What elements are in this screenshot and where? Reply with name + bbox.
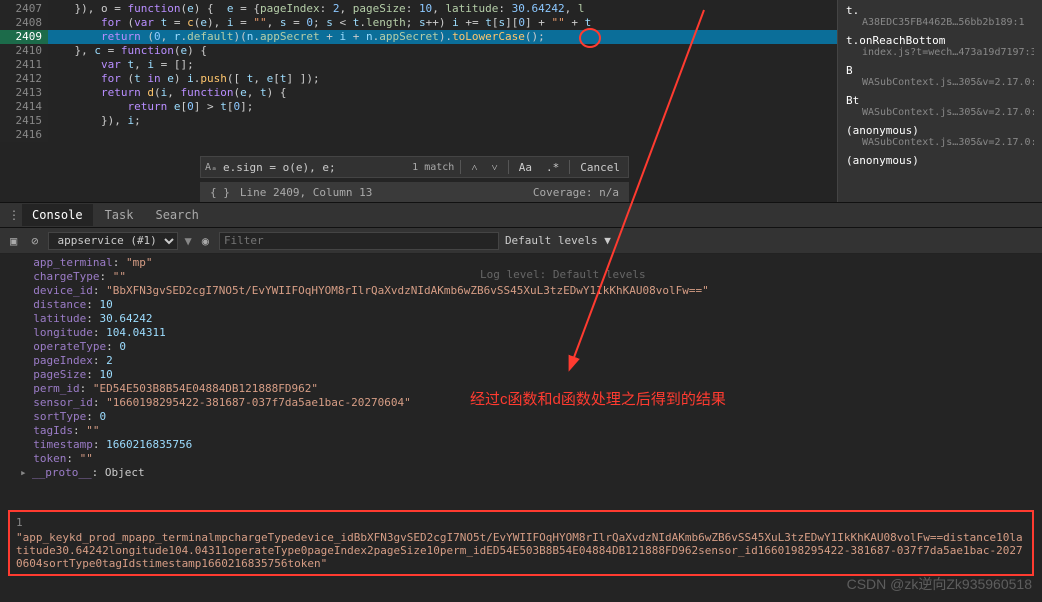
- tab-console[interactable]: Console: [22, 204, 93, 226]
- find-bar: Aₐ 1 match ˄ ˅ Aa .* Cancel: [200, 156, 629, 178]
- console-property[interactable]: distance: 10: [20, 298, 1022, 312]
- console-output[interactable]: Log level: Default levels app_terminal: …: [0, 254, 1042, 504]
- line-number[interactable]: 2413: [0, 86, 48, 100]
- console-property[interactable]: latitude: 30.64242: [20, 312, 1022, 326]
- callstack-frame[interactable]: BtWASubContext.js…305&v=2.17.0:2: [846, 94, 1034, 118]
- editor-statusbar: { } Line 2409, Column 13 Coverage: n/a: [200, 182, 629, 202]
- console-property[interactable]: device_id: "BbXFN3gvSED2cgI7NO5t/EvYWIIF…: [20, 284, 1022, 298]
- code-line[interactable]: var t, i = [];: [48, 58, 837, 72]
- annotation-text: 经过c函数和d函数处理之后得到的结果: [470, 388, 726, 409]
- code-line[interactable]: }, c = function(e) {: [48, 44, 837, 58]
- clear-console-icon[interactable]: ⊘: [27, 234, 42, 248]
- callstack-frame[interactable]: t.onReachBottomindex.js?t=wech…473a19d71…: [846, 34, 1034, 58]
- line-number[interactable]: 2415: [0, 114, 48, 128]
- sidebar-toggle-icon[interactable]: ▣: [6, 234, 21, 248]
- find-case-toggle[interactable]: Aa: [515, 161, 536, 174]
- result-text: "app_keykd_prod_mpapp_terminalmpchargeTy…: [16, 531, 1023, 570]
- console-proto[interactable]: ▸__proto__: Object: [20, 466, 1022, 480]
- console-property[interactable]: sortType: 0: [20, 410, 1022, 424]
- console-property[interactable]: pageSize: 10: [20, 368, 1022, 382]
- code-line[interactable]: for (var t = c(e), i = "", s = 0; s < t.…: [48, 16, 837, 30]
- code-editor[interactable]: 2407240824092410241124122413241424152416…: [0, 0, 837, 202]
- code-line[interactable]: }), i;: [48, 114, 837, 128]
- line-number[interactable]: 2409: [0, 30, 48, 44]
- context-select[interactable]: appservice (#1): [48, 232, 178, 250]
- code-line[interactable]: return d(i, function(e, t) {: [48, 86, 837, 100]
- line-number[interactable]: 2410: [0, 44, 48, 58]
- line-gutter: 2407240824092410241124122413241424152416: [0, 0, 48, 142]
- line-number[interactable]: 2414: [0, 100, 48, 114]
- result-box: 1 "app_keykd_prod_mpapp_terminalmpcharge…: [8, 510, 1034, 576]
- watermark: CSDN @zk逆向Zk935960518: [847, 574, 1032, 594]
- console-property[interactable]: timestamp: 1660216835756: [20, 438, 1022, 452]
- callstack-frame[interactable]: BWASubContext.js…305&v=2.17.0:2: [846, 64, 1034, 88]
- drawer-menu-icon[interactable]: ⋮: [8, 208, 20, 222]
- console-property[interactable]: tagIds: "": [20, 424, 1022, 438]
- find-input[interactable]: [223, 161, 406, 174]
- find-match-count: 1 match: [412, 162, 454, 173]
- eye-icon[interactable]: ◉: [198, 234, 213, 248]
- coverage-label: Coverage: n/a: [533, 186, 619, 199]
- cursor-position: Line 2409, Column 13: [240, 186, 372, 199]
- find-cancel-button[interactable]: Cancel: [576, 161, 624, 174]
- callstack-frame[interactable]: t.A38EDC35FB4462B…56bb2b189:1: [846, 4, 1034, 28]
- console-property[interactable]: operateType: 0: [20, 340, 1022, 354]
- callstack-frame[interactable]: (anonymous): [846, 154, 1034, 167]
- code-line[interactable]: for (t in e) i.push([ t, e[t] ]);: [48, 72, 837, 86]
- find-prev-button[interactable]: ˄: [467, 161, 481, 174]
- levels-select[interactable]: Default levels ▼: [505, 234, 611, 247]
- console-property[interactable]: token: "": [20, 452, 1022, 466]
- callstack-panel[interactable]: t.A38EDC35FB4462B…56bb2b189:1 t.onReachBo…: [837, 0, 1042, 202]
- braces-icon[interactable]: { }: [210, 186, 230, 199]
- tab-search[interactable]: Search: [145, 204, 208, 226]
- filter-input[interactable]: [219, 232, 499, 250]
- drawer-tabs: ⋮ Console Task Search: [0, 202, 1042, 228]
- line-number[interactable]: 2408: [0, 16, 48, 30]
- code-content[interactable]: }), o = function(e) { e = {pageIndex: 2,…: [48, 0, 837, 142]
- case-icon[interactable]: Aₐ: [205, 162, 217, 173]
- code-line[interactable]: return (0, r.default)(n.appSecret + i + …: [48, 30, 837, 44]
- log-level-hint: Log level: Default levels: [480, 268, 646, 281]
- line-number[interactable]: 2407: [0, 2, 48, 16]
- code-line[interactable]: [48, 128, 837, 142]
- code-line[interactable]: }), o = function(e) { e = {pageIndex: 2,…: [48, 2, 837, 16]
- result-index: 1: [16, 516, 1026, 529]
- console-property[interactable]: longitude: 104.04311: [20, 326, 1022, 340]
- tab-task[interactable]: Task: [95, 204, 144, 226]
- line-number[interactable]: 2411: [0, 58, 48, 72]
- find-regex-toggle[interactable]: .*: [542, 161, 563, 174]
- line-number[interactable]: 2416: [0, 128, 48, 142]
- callstack-frame[interactable]: (anonymous)WASubContext.js…305&v=2.17.0:…: [846, 124, 1034, 148]
- find-next-button[interactable]: ˅: [488, 161, 502, 174]
- line-number[interactable]: 2412: [0, 72, 48, 86]
- console-toolbar: ▣ ⊘ appservice (#1) ▼ ◉ Default levels ▼: [0, 228, 1042, 254]
- code-line[interactable]: return e[0] > t[0];: [48, 100, 837, 114]
- console-property[interactable]: pageIndex: 2: [20, 354, 1022, 368]
